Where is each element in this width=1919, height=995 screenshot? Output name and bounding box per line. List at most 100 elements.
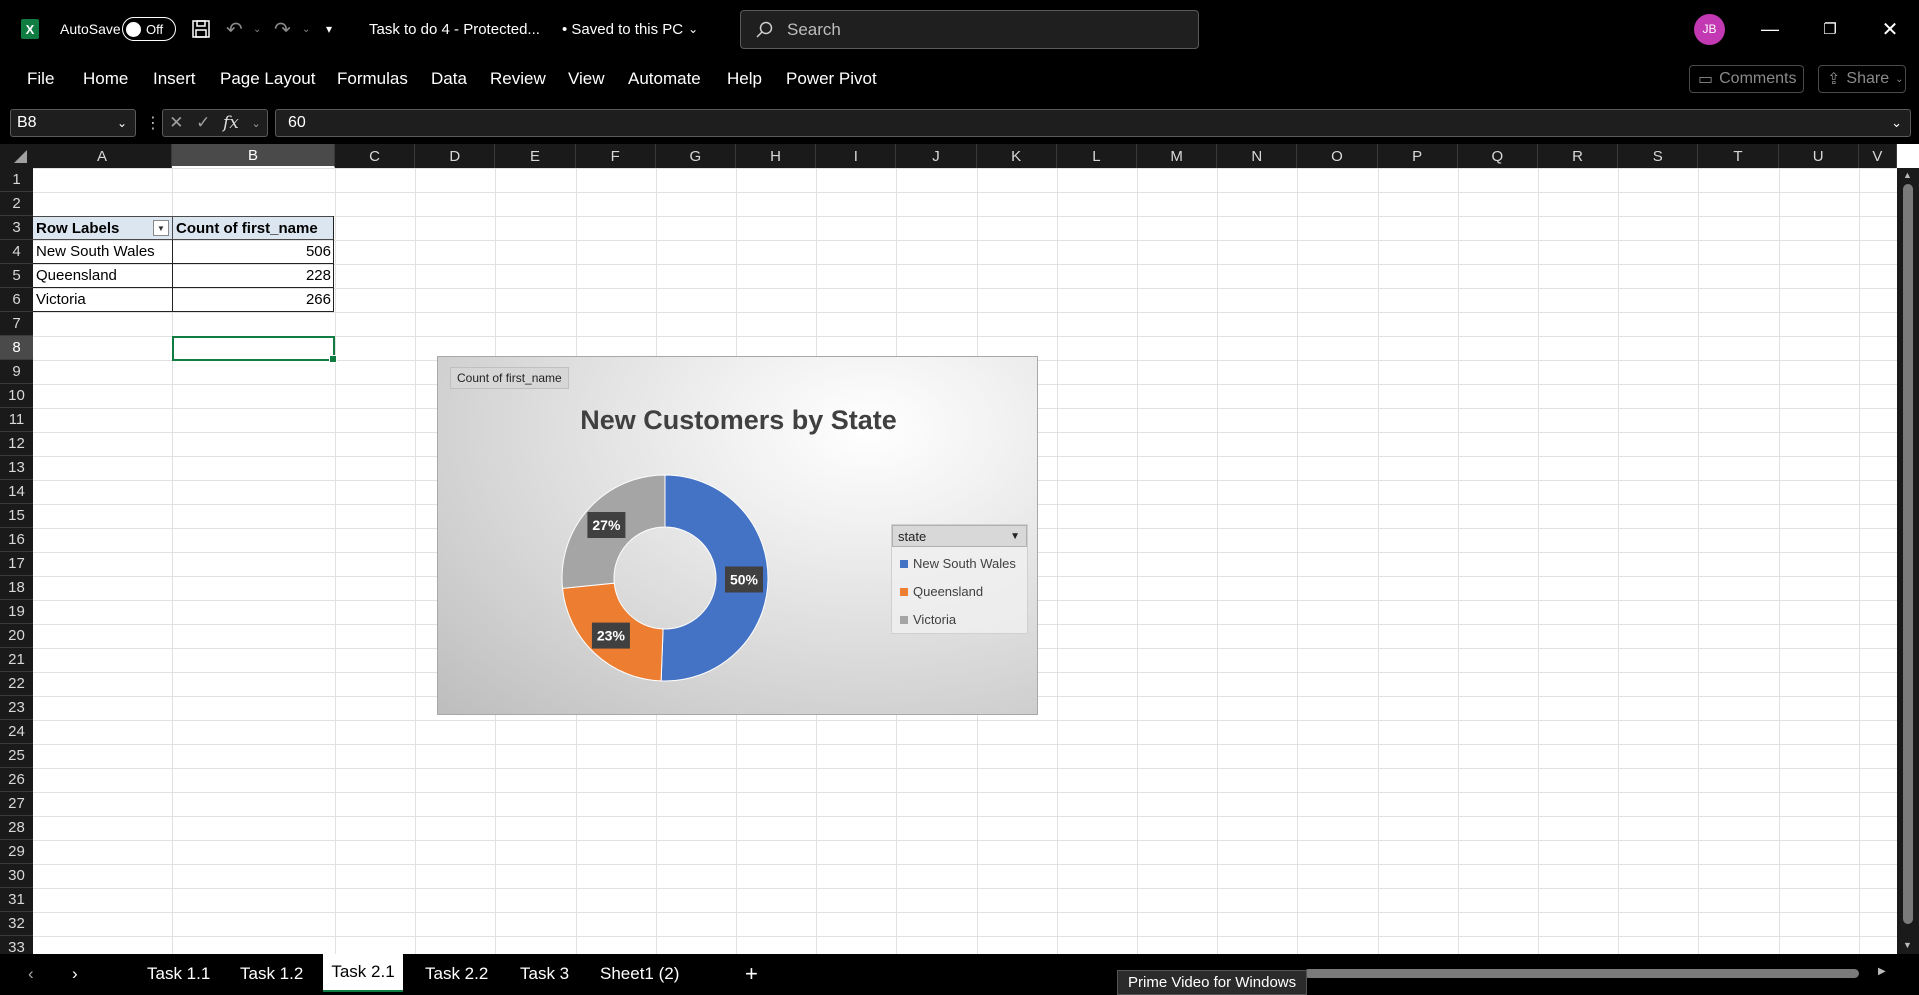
row-header-16[interactable]: 16 (0, 528, 33, 552)
column-header-k[interactable]: K (976, 144, 1057, 168)
row-header-32[interactable]: 32 (0, 912, 33, 936)
data-label[interactable]: 27% (587, 512, 626, 539)
sheet-tab-task-2-1[interactable]: Task 2.1 (323, 954, 403, 992)
save-status[interactable]: • Saved to this PC ⌄ (562, 0, 698, 58)
row-header-13[interactable]: 13 (0, 456, 33, 480)
row-header-23[interactable]: 23 (0, 696, 33, 720)
row-header-33[interactable]: 33 (0, 936, 33, 954)
column-header-c[interactable]: C (335, 144, 416, 168)
undo-dropdown-icon[interactable]: ⌄ (253, 0, 261, 58)
row-header-18[interactable]: 18 (0, 576, 33, 600)
restore-icon[interactable]: ❐ (1800, 0, 1860, 58)
column-header-d[interactable]: D (415, 144, 496, 168)
chevron-down-icon[interactable]: ⌄ (251, 117, 260, 130)
tab-view[interactable]: View (568, 58, 605, 100)
customize-toolbar-icon[interactable]: ▾ (326, 0, 332, 58)
account-avatar[interactable]: JB (1694, 0, 1725, 58)
column-header-t[interactable]: T (1698, 144, 1779, 168)
sheet-tab-sheet1-2[interactable]: Sheet1 (2) (600, 954, 679, 994)
row-header-12[interactable]: 12 (0, 432, 33, 456)
column-header-n[interactable]: N (1217, 144, 1298, 168)
tab-power-pivot[interactable]: Power Pivot (786, 58, 877, 100)
column-header-r[interactable]: R (1538, 144, 1619, 168)
row-header-15[interactable]: 15 (0, 504, 33, 528)
column-header-e[interactable]: E (495, 144, 576, 168)
enter-icon[interactable]: ✓ (196, 113, 210, 133)
tab-page-layout[interactable]: Page Layout (220, 58, 315, 100)
row-header-3[interactable]: 3 (0, 216, 33, 240)
pivot-row-count[interactable]: 506 (172, 240, 334, 264)
row-header-1[interactable]: 1 (0, 168, 33, 192)
row-header-9[interactable]: 9 (0, 360, 33, 384)
pivot-row-count[interactable]: 228 (172, 264, 334, 288)
share-button[interactable]: ⇪ Share ⌄ (1818, 65, 1906, 93)
more-options-icon[interactable]: ⋮ (145, 113, 161, 133)
row-header-29[interactable]: 29 (0, 840, 33, 864)
tab-data[interactable]: Data (431, 58, 467, 100)
pivot-row-label[interactable]: New South Wales (33, 240, 172, 264)
column-header-b[interactable]: B (172, 144, 335, 168)
column-header-s[interactable]: S (1618, 144, 1699, 168)
column-header-g[interactable]: G (655, 144, 736, 168)
minimize-icon[interactable]: — (1740, 0, 1800, 58)
row-header-21[interactable]: 21 (0, 648, 33, 672)
undo-icon[interactable]: ↶ (226, 0, 243, 58)
add-sheet-icon[interactable]: + (745, 954, 758, 994)
column-header-l[interactable]: L (1056, 144, 1137, 168)
row-header-11[interactable]: 11 (0, 408, 33, 432)
save-icon[interactable] (191, 0, 211, 58)
row-header-4[interactable]: 4 (0, 240, 33, 264)
sheet-tab-task-3[interactable]: Task 3 (520, 954, 569, 994)
scroll-up-icon[interactable]: ▲ (1903, 170, 1912, 180)
tab-file[interactable]: File (27, 58, 54, 100)
column-header-u[interactable]: U (1778, 144, 1859, 168)
legend-filter-button[interactable]: state ▼ (892, 525, 1027, 547)
search-input[interactable] (785, 18, 1169, 41)
pivot-header-row-labels[interactable]: Row Labels ▼ (33, 216, 172, 240)
column-header-f[interactable]: F (575, 144, 656, 168)
horizontal-scroll-thumb[interactable] (1304, 969, 1859, 978)
pivot-row-count[interactable]: 266 (172, 288, 334, 312)
document-title[interactable]: Task to do 4 - Protected... (369, 0, 540, 58)
tab-help[interactable]: Help (727, 58, 762, 100)
column-header-m[interactable]: M (1137, 144, 1218, 168)
row-header-20[interactable]: 20 (0, 624, 33, 648)
row-header-28[interactable]: 28 (0, 816, 33, 840)
tab-insert[interactable]: Insert (153, 58, 196, 100)
row-header-19[interactable]: 19 (0, 600, 33, 624)
row-header-14[interactable]: 14 (0, 480, 33, 504)
sheet-tab-task-1-1[interactable]: Task 1.1 (147, 954, 210, 994)
tab-home[interactable]: Home (83, 58, 128, 100)
pivot-header-count[interactable]: Count of first_name (172, 216, 334, 240)
row-header-7[interactable]: 7 (0, 312, 33, 336)
column-header-p[interactable]: P (1377, 144, 1458, 168)
row-header-8[interactable]: 8 (0, 336, 33, 360)
column-header-o[interactable]: O (1297, 144, 1378, 168)
tab-review[interactable]: Review (490, 58, 546, 100)
tab-automate[interactable]: Automate (628, 58, 701, 100)
cancel-icon[interactable]: ✕ (169, 113, 183, 133)
scroll-right-icon[interactable]: ▶ (1878, 966, 1886, 977)
close-icon[interactable]: ✕ (1860, 0, 1919, 58)
autosave-toggle[interactable]: Off (122, 0, 176, 58)
pivot-row-label[interactable]: Victoria (33, 288, 172, 312)
row-header-27[interactable]: 27 (0, 792, 33, 816)
filter-dropdown-icon[interactable]: ▼ (153, 220, 169, 236)
prev-sheet-icon[interactable]: ‹ (28, 954, 34, 994)
pivot-row-label[interactable]: Queensland (33, 264, 172, 288)
column-header-v[interactable]: V (1858, 144, 1897, 168)
column-header-h[interactable]: H (736, 144, 817, 168)
sheet-tab-task-1-2[interactable]: Task 1.2 (240, 954, 303, 994)
redo-icon[interactable]: ↷ (274, 0, 291, 58)
next-sheet-icon[interactable]: › (72, 954, 78, 994)
vertical-scrollbar[interactable]: ▲ ▼ (1897, 168, 1919, 954)
search-box[interactable] (740, 10, 1199, 49)
row-header-2[interactable]: 2 (0, 192, 33, 216)
vertical-scroll-thumb[interactable] (1903, 184, 1913, 924)
row-header-17[interactable]: 17 (0, 552, 33, 576)
row-header-6[interactable]: 6 (0, 288, 33, 312)
worksheet-grid[interactable]: ABCDEFGHIJKLMNOPQRSTUV 1 2 3 4 5 6 7 8 9 10 11 12 13… (0, 144, 1919, 954)
column-header-q[interactable]: Q (1457, 144, 1538, 168)
column-header-a[interactable]: A (33, 144, 172, 168)
row-header-5[interactable]: 5 (0, 264, 33, 288)
